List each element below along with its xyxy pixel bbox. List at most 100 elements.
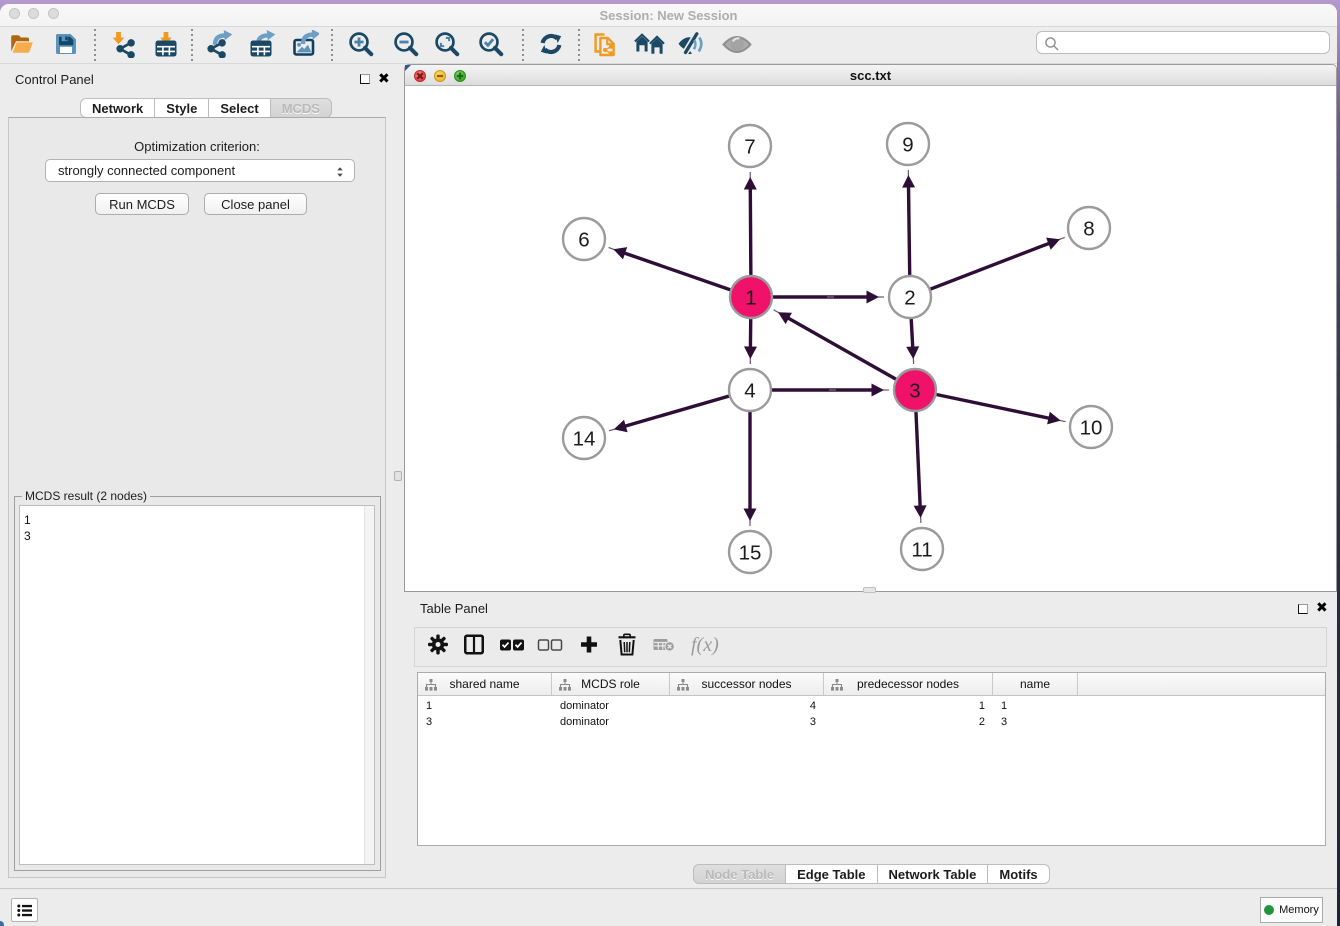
- edge-arrowhead: [906, 346, 919, 359]
- mcds-result-item[interactable]: 1: [24, 512, 374, 528]
- hide-panel-eye-slash-icon[interactable]: [675, 27, 709, 61]
- tab-network[interactable]: Network: [80, 98, 155, 118]
- zoom-out-icon[interactable]: [389, 27, 423, 61]
- export-table-icon[interactable]: [245, 27, 279, 61]
- zoom-fit-icon[interactable]: [430, 27, 464, 61]
- node-9[interactable]: 9: [887, 123, 929, 165]
- task-history-button[interactable]: [11, 898, 38, 922]
- add-column-icon[interactable]: [580, 636, 598, 659]
- import-table-icon[interactable]: [149, 27, 183, 61]
- cell-MCDS-role[interactable]: dominator: [552, 714, 670, 730]
- session-files-icon[interactable]: [588, 27, 622, 61]
- splitter-grip[interactable]: [394, 471, 402, 481]
- edge-arrowhead: [744, 177, 757, 190]
- node-4[interactable]: 4: [729, 369, 771, 411]
- export-network-icon[interactable]: [202, 27, 236, 61]
- column-header-shared-name[interactable]: shared name: [418, 673, 552, 695]
- column-label: predecessor nodes: [857, 677, 959, 691]
- show-panel-eye-icon[interactable]: [720, 27, 754, 61]
- network-graph-canvas[interactable]: 1 2 3 4 6 7 8 9 10 11 14 15: [405, 86, 1336, 592]
- search-input[interactable]: [1036, 31, 1330, 54]
- cell-MCDS-role[interactable]: dominator: [552, 698, 670, 714]
- node-7[interactable]: 7: [729, 125, 771, 167]
- tab-node-table[interactable]: Node Table: [693, 864, 786, 884]
- node-label: 4: [744, 380, 755, 403]
- column-header-name[interactable]: name: [993, 673, 1078, 695]
- column-header-MCDS-role[interactable]: MCDS role: [552, 673, 670, 695]
- cell-name[interactable]: 1: [993, 698, 1078, 714]
- cell-shared-name[interactable]: 3: [418, 714, 552, 730]
- node-label: 6: [578, 229, 589, 252]
- cell-successor-nodes[interactable]: 4: [670, 698, 824, 714]
- horizontal-splitter-grip[interactable]: [863, 587, 876, 593]
- node-label: 9: [902, 134, 913, 157]
- cell-successor-nodes[interactable]: 3: [670, 714, 824, 730]
- edge-arrow-tail: [774, 310, 780, 313]
- float-panel-icon[interactable]: [360, 74, 370, 84]
- criterion-select[interactable]: strongly connected component: [45, 159, 355, 182]
- select-all-checkboxes-icon[interactable]: [500, 638, 525, 656]
- close-panel-button[interactable]: Close panel: [204, 193, 307, 215]
- close-table-panel-icon[interactable]: ✖: [1316, 602, 1328, 614]
- home-icon[interactable]: [632, 27, 666, 61]
- save-icon[interactable]: [49, 27, 83, 61]
- node-label: 14: [573, 428, 596, 451]
- export-image-icon[interactable]: [288, 27, 322, 61]
- split-view-icon[interactable]: [464, 635, 484, 660]
- node-11[interactable]: 11: [901, 528, 943, 570]
- node-10[interactable]: 10: [1070, 406, 1112, 448]
- node-label: 8: [1083, 218, 1094, 241]
- column-header-successor-nodes[interactable]: successor nodes: [670, 673, 824, 695]
- memory-button[interactable]: Memory: [1260, 897, 1323, 923]
- column-type-icon: [677, 679, 689, 691]
- svg-text:f(x): f(x): [691, 634, 719, 656]
- zoom-in-icon[interactable]: [344, 27, 378, 61]
- cell-shared-name[interactable]: 1: [418, 698, 552, 714]
- network-window: scc.txt 1 2 3 4 6 7 8 9 10 11 14 15: [404, 64, 1337, 592]
- gear-icon[interactable]: [428, 635, 448, 660]
- run-mcds-button[interactable]: Run MCDS: [95, 193, 189, 215]
- node-2[interactable]: 2: [889, 276, 931, 318]
- node-6[interactable]: 6: [563, 218, 605, 260]
- control-panel-tabbar: NetworkStyleSelectMCDS: [80, 98, 332, 118]
- edge-arrow-tail: [609, 429, 615, 431]
- edge-arrowhead: [744, 346, 757, 359]
- toolbar-separator: [331, 29, 333, 62]
- node-8[interactable]: 8: [1068, 207, 1110, 249]
- refresh-view-icon[interactable]: [534, 27, 568, 61]
- deselect-all-checkboxes-icon[interactable]: [538, 638, 563, 656]
- tab-motifs[interactable]: Motifs: [988, 864, 1049, 884]
- node-14[interactable]: 14: [563, 417, 605, 459]
- vertical-splitter[interactable]: [393, 64, 404, 888]
- cell-predecessor-nodes[interactable]: 1: [824, 698, 993, 714]
- close-panel-icon[interactable]: ✖: [378, 73, 390, 85]
- node-3[interactable]: 3: [894, 369, 936, 411]
- mcds-result-list[interactable]: 13: [19, 505, 375, 865]
- network-window-titlebar[interactable]: scc.txt: [405, 65, 1336, 86]
- open-folder-icon[interactable]: [5, 27, 39, 61]
- result-scrollbar[interactable]: [364, 506, 374, 864]
- tab-style[interactable]: Style: [155, 98, 209, 118]
- mcds-result-item[interactable]: 3: [24, 528, 374, 544]
- cell-name[interactable]: 3: [993, 714, 1078, 730]
- node-table[interactable]: shared name MCDS role successor nodes pr…: [417, 672, 1326, 846]
- zoom-selected-icon[interactable]: [474, 27, 508, 61]
- node-1[interactable]: 1: [730, 276, 772, 318]
- table-row[interactable]: 1dominator411: [418, 698, 1325, 714]
- import-network-icon[interactable]: [105, 27, 139, 61]
- delete-column-icon[interactable]: [618, 634, 637, 661]
- tab-select[interactable]: Select: [209, 98, 270, 118]
- edge-2-8[interactable]: [910, 243, 1050, 297]
- table-row[interactable]: 3dominator323: [418, 714, 1325, 730]
- edge-arrowhead: [744, 509, 757, 522]
- tab-network-table[interactable]: Network Table: [878, 864, 989, 884]
- node-15[interactable]: 15: [729, 531, 771, 573]
- status-bar: Memory: [0, 888, 1337, 926]
- optimization-criterion-label: Optimization criterion:: [9, 139, 385, 154]
- node-label: 1: [745, 287, 756, 310]
- column-header-predecessor-nodes[interactable]: predecessor nodes: [824, 673, 993, 695]
- cell-predecessor-nodes[interactable]: 2: [824, 714, 993, 730]
- tab-mcds[interactable]: MCDS: [271, 98, 332, 118]
- tab-edge-table[interactable]: Edge Table: [786, 864, 877, 884]
- float-table-panel-icon[interactable]: [1298, 604, 1308, 614]
